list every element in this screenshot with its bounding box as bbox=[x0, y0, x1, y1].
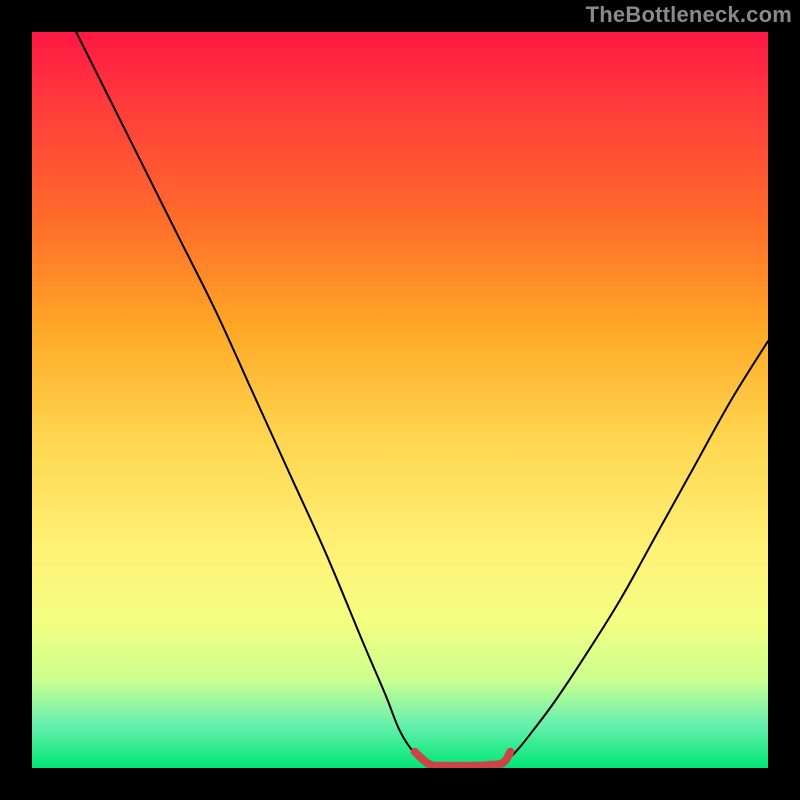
series-left-curve bbox=[76, 32, 429, 764]
plot-area bbox=[32, 32, 768, 768]
watermark-label: TheBottleneck.com bbox=[586, 2, 792, 28]
series-right-curve bbox=[503, 341, 768, 764]
series-flat-bottom bbox=[415, 752, 511, 766]
chart-frame: TheBottleneck.com bbox=[0, 0, 800, 800]
chart-svg bbox=[32, 32, 768, 768]
